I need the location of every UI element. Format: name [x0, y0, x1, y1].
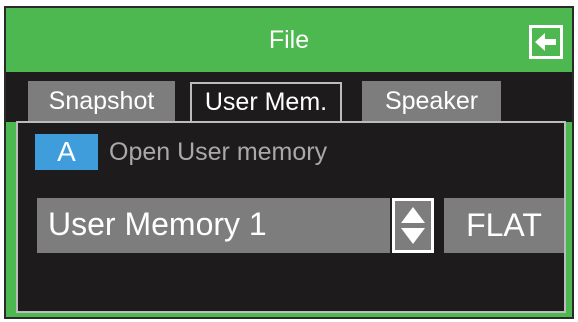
tab-user-mem[interactable]: User Mem. [190, 82, 342, 122]
up-down-stepper-icon [401, 207, 425, 244]
file-window: File Snapshot User Mem. Speaker A Open U… [4, 6, 574, 319]
window-title: File [268, 26, 310, 54]
flat-button[interactable]: FLAT [444, 198, 564, 253]
tab-bar: Snapshot User Mem. Speaker [6, 72, 572, 122]
tab-speaker[interactable]: Speaker [362, 81, 501, 122]
tab-snapshot[interactable]: Snapshot [28, 81, 175, 122]
open-user-memory-label: Open User memory [109, 138, 328, 166]
title-bar: File [6, 8, 572, 72]
slot-badge: A [35, 134, 98, 170]
memory-stepper[interactable] [392, 198, 434, 253]
back-arrow-icon [535, 33, 556, 51]
selected-memory-value: User Memory 1 [48, 206, 267, 242]
user-memory-selector[interactable]: User Memory 1 [37, 198, 390, 253]
user-memory-panel: A Open User memory User Memory 1 FLAT [16, 121, 566, 313]
back-button[interactable] [529, 25, 563, 59]
